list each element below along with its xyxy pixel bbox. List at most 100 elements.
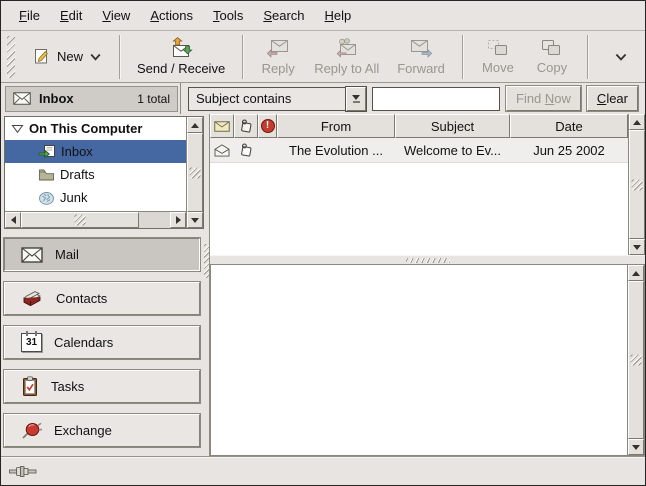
send-receive-label: Send / Receive — [137, 61, 225, 76]
copy-icon — [541, 39, 562, 57]
scroll-up-button[interactable] — [187, 117, 203, 133]
shortcut-calendars[interactable]: 31 Calendars — [4, 326, 200, 359]
message-read-status — [210, 138, 234, 162]
exchange-plug-icon — [21, 421, 42, 440]
scroll-left-button[interactable] — [5, 212, 21, 228]
tree-node-label: Junk — [60, 190, 87, 205]
shortcut-mail[interactable]: Mail — [4, 238, 200, 271]
message-preview-pane[interactable] — [210, 264, 628, 456]
message-row[interactable]: The Evolution ... Welcome to Ev... Jun 2… — [210, 138, 628, 163]
thumb-grip — [190, 167, 201, 178]
menu-view[interactable]: View — [92, 3, 140, 28]
clear-button[interactable]: Clear — [587, 86, 638, 111]
scrollbar-thumb[interactable] — [21, 212, 139, 228]
message-important-indicator — [258, 138, 277, 162]
right-panel: ! From Subject Date — [209, 114, 645, 456]
send-receive-button[interactable]: Send / Receive — [128, 35, 234, 78]
calendar-icon: 31 — [21, 333, 42, 352]
left-panel: On This Computer Inbox Dra — [1, 114, 204, 456]
scrollbar-thumb[interactable] — [629, 130, 645, 239]
toolbar-grip-handle[interactable] — [7, 36, 15, 78]
tree-horizontal-scrollbar[interactable] — [5, 211, 186, 228]
message-list: ! From Subject Date — [210, 114, 645, 255]
tree-node-label: On This Computer — [29, 121, 142, 136]
copy-button[interactable]: Copy — [525, 37, 579, 77]
shortcut-label: Mail — [55, 247, 79, 262]
column-header-label: Date — [555, 119, 582, 134]
arrow-right-icon — [176, 216, 181, 224]
toolbar-overflow-chevron-icon[interactable] — [611, 49, 631, 65]
scrollbar-thumb[interactable] — [628, 281, 644, 439]
tree-node-inbox[interactable]: Inbox — [5, 140, 186, 163]
column-header-subject[interactable]: Subject — [395, 114, 510, 138]
reply-button[interactable]: Reply — [251, 36, 305, 78]
contacts-book-icon — [21, 289, 44, 308]
shortcut-contacts[interactable]: Contacts — [4, 282, 200, 315]
menu-tools[interactable]: Tools — [203, 3, 253, 28]
new-button[interactable]: New — [23, 42, 111, 71]
search-criteria-value[interactable]: Subject contains — [188, 87, 346, 111]
new-button-label: New — [57, 49, 83, 64]
menu-help[interactable]: Help — [315, 3, 362, 28]
scroll-down-button[interactable] — [187, 212, 203, 228]
clear-label: Clear — [597, 91, 628, 106]
folder-title: Inbox — [39, 91, 74, 106]
mail-envelope-icon — [13, 92, 31, 105]
header-row: Inbox 1 total Subject contains Find Now … — [1, 83, 645, 114]
arrow-down-icon — [191, 218, 199, 223]
tree-vertical-scrollbar[interactable] — [186, 117, 203, 228]
message-list-scrollbar[interactable] — [628, 114, 645, 255]
calendar-day-number: 31 — [26, 337, 37, 348]
move-icon — [487, 39, 508, 57]
scroll-right-button[interactable] — [170, 212, 186, 228]
menu-edit[interactable]: Edit — [50, 3, 92, 28]
shortcut-label: Contacts — [56, 291, 107, 306]
column-header-label: From — [321, 119, 351, 134]
vertical-splitter[interactable] — [204, 114, 209, 456]
column-header-attachment[interactable] — [234, 114, 258, 138]
tree-node-on-this-computer[interactable]: On This Computer — [5, 117, 186, 140]
find-now-button[interactable]: Find Now — [506, 86, 581, 111]
shortcut-exchange[interactable]: Exchange — [4, 414, 200, 447]
tree-node-junk[interactable]: Junk — [5, 186, 186, 209]
expander-triangle-icon[interactable] — [11, 124, 24, 134]
search-criteria-combo[interactable]: Subject contains — [188, 87, 366, 111]
scroll-up-button[interactable] — [628, 265, 644, 281]
menu-actions[interactable]: Actions — [140, 3, 203, 28]
tree-node-drafts[interactable]: Drafts — [5, 163, 186, 186]
message-list-empty-area[interactable] — [210, 163, 628, 255]
combo-dropdown-button[interactable] — [346, 87, 366, 111]
tree-node-label: Inbox — [61, 144, 93, 159]
column-header-from[interactable]: From — [277, 114, 395, 138]
forward-button[interactable]: Forward — [388, 36, 454, 78]
chevron-down-icon[interactable] — [90, 53, 101, 61]
forward-label: Forward — [397, 61, 445, 76]
online-status-connector-icon[interactable] — [9, 465, 37, 478]
scroll-up-button[interactable] — [629, 114, 645, 130]
preview-splitter[interactable] — [210, 255, 645, 264]
column-header-date[interactable]: Date — [510, 114, 628, 138]
scrollbar-track[interactable] — [139, 212, 170, 228]
menu-file[interactable]: File — [9, 3, 50, 28]
new-message-icon — [33, 48, 50, 65]
scroll-down-button[interactable] — [628, 439, 644, 455]
scroll-down-button[interactable] — [629, 239, 645, 255]
copy-label: Copy — [537, 60, 567, 75]
shortcut-label: Calendars — [54, 335, 113, 350]
scrollbar-thumb[interactable] — [187, 133, 203, 212]
preview-scrollbar[interactable] — [628, 264, 645, 456]
arrow-left-icon — [11, 216, 16, 224]
column-header-status[interactable] — [210, 114, 234, 138]
move-button[interactable]: Move — [471, 37, 525, 77]
reply-to-all-button[interactable]: Reply to All — [305, 36, 388, 78]
attachment-clip-icon — [239, 119, 254, 134]
tasks-clipboard-icon — [21, 376, 39, 397]
search-input[interactable] — [372, 87, 500, 111]
shortcut-tasks[interactable]: Tasks — [4, 370, 200, 403]
menu-search[interactable]: Search — [253, 3, 314, 28]
arrow-up-icon — [632, 271, 640, 276]
open-envelope-icon — [214, 144, 230, 157]
reply-label: Reply — [262, 61, 295, 76]
column-header-important[interactable]: ! — [258, 114, 277, 138]
reply-to-all-label: Reply to All — [314, 61, 379, 76]
